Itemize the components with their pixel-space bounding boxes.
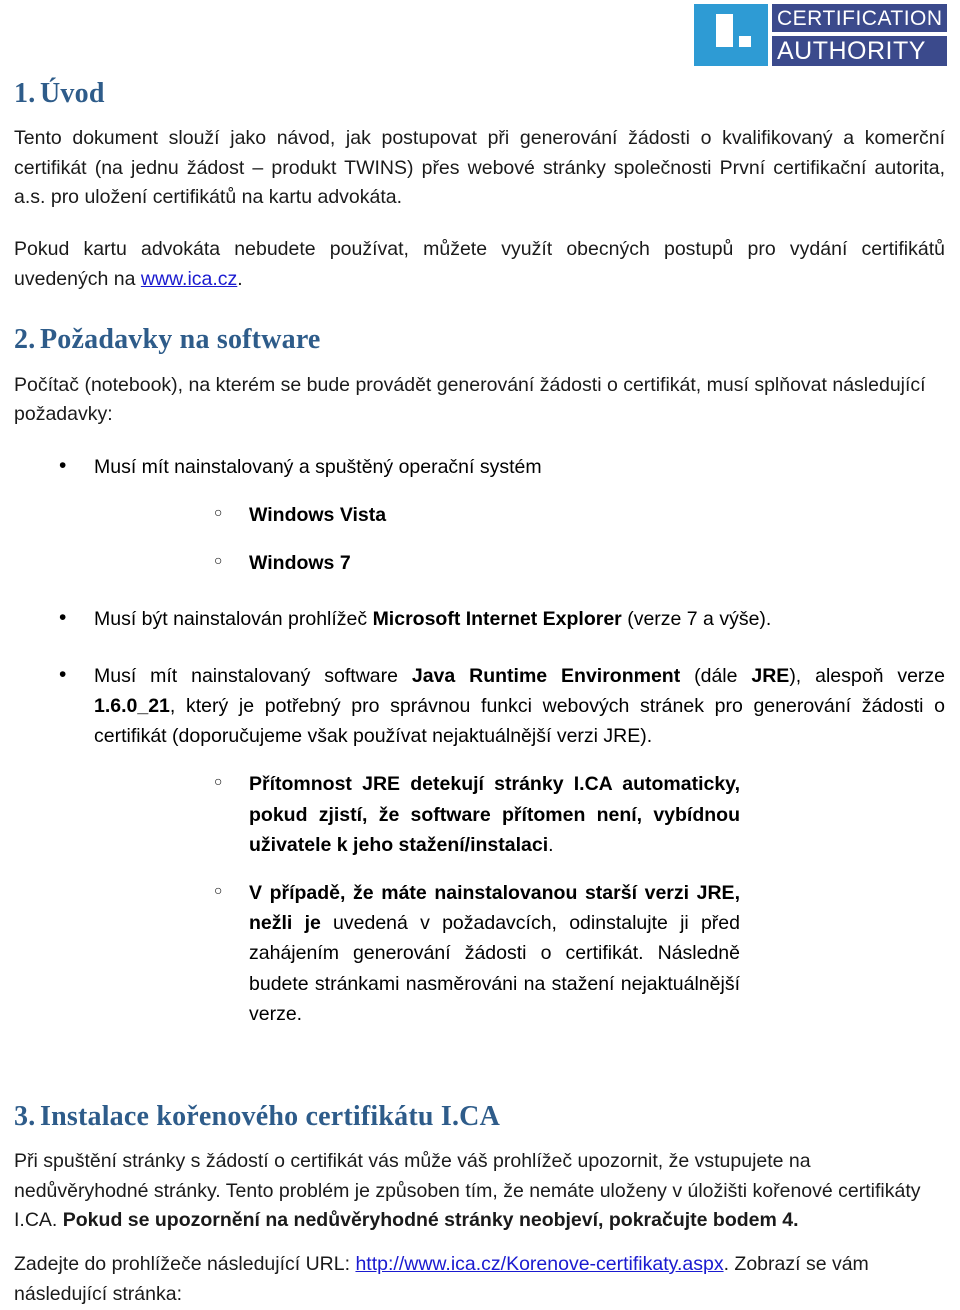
jre-sublist: Přítomnost JRE detekují stránky I.CA aut…: [94, 769, 945, 1029]
requirement-jre-text-b: (dále: [680, 664, 752, 687]
section-1-paragraph-2: Pokud kartu advokáta nebudete používat, …: [14, 235, 945, 294]
os-windows-7: Windows 7: [94, 548, 945, 578]
jre-autodetect-bold: Přítomnost JRE detekují stránky I.CA aut…: [249, 773, 740, 856]
logo-line-certification: CERTIFICATION: [772, 4, 947, 32]
requirement-os-text: Musí mít nainstalovaný a spuštěný operač…: [94, 455, 542, 478]
logo-wordmark: CERTIFICATION AUTHORITY: [768, 4, 947, 66]
requirement-jre: Musí mít nainstalovaný software Java Run…: [14, 659, 946, 1029]
section-3-p2-text-a: Zadejte do prohlížeče následující URL:: [14, 1253, 356, 1276]
logo-i-bar: [716, 14, 733, 47]
jre-autodetect-note: Přítomnost JRE detekují stránky I.CA aut…: [94, 769, 945, 860]
logo-line-authority: AUTHORITY: [772, 36, 947, 66]
link-www-ica-cz[interactable]: www.ica.cz: [141, 268, 237, 290]
section-3-p1-bold: Pokud se upozornění na nedůvěryhodné str…: [62, 1209, 799, 1232]
link-korenove-certifikaty[interactable]: http://www.ica.cz/Korenove-certifikaty.a…: [355, 1253, 723, 1275]
requirement-jre-version: 1.6.0_21: [94, 694, 170, 717]
requirement-browser: Musí být nainstalován prohlížeč Microsof…: [14, 602, 945, 635]
section-1-p1-text: Tento dokument slouží jako návod, jak po…: [14, 127, 945, 209]
heading-2-number: 2.: [14, 324, 36, 356]
requirement-browser-text-a: Musí být nainstalován prohlížeč: [94, 608, 373, 631]
heading-1-title: Úvod: [40, 78, 105, 109]
os-windows-7-label: Windows 7: [249, 552, 351, 575]
os-windows-vista: Windows Vista: [94, 500, 945, 530]
requirement-jre-text-a: Musí mít nainstalovaný software: [94, 664, 412, 687]
requirement-browser-name: Microsoft Internet Explorer: [372, 608, 622, 631]
section-1-paragraph-1: Tento dokument slouží jako návod, jak po…: [14, 124, 945, 213]
logo-i-dot: [739, 36, 751, 47]
requirement-browser-text-b: (verze 7 a výše).: [621, 608, 772, 631]
heading-2-title: Požadavky na software: [40, 324, 321, 356]
jre-older-rest: uvedená v požadavcích, odinstalujte ji p…: [249, 912, 740, 1025]
os-windows-vista-label: Windows Vista: [249, 503, 387, 526]
logo-mark-icon: [694, 4, 768, 66]
jre-autodetect-tail: .: [548, 833, 554, 856]
os-sublist: Windows Vista Windows 7: [94, 500, 945, 578]
section-3-paragraph-2: Zadejte do prohlížeče následující URL: h…: [14, 1250, 945, 1309]
software-requirements-list: Musí mít nainstalovaný a spuštěný operač…: [14, 450, 946, 1029]
requirement-os: Musí mít nainstalovaný a spuštěný operač…: [14, 450, 945, 579]
requirement-jre-name: Java Runtime Environment: [411, 664, 681, 687]
heading-section-2: 2. Požadavky na software: [14, 324, 945, 356]
heading-1-number: 1.: [14, 78, 36, 109]
ica-logo: CERTIFICATION AUTHORITY: [694, 4, 947, 66]
heading-3-number: 3.: [14, 1101, 36, 1133]
section-2-intro-text: Počítač (notebook), na kterém se bude pr…: [14, 373, 926, 426]
requirement-jre-text-c: ), alespoň verze: [789, 664, 946, 687]
section-3-paragraph-1: Při spuštění stránky s žádostí o certifi…: [14, 1147, 945, 1236]
requirement-jre-text-d: , který je potřebný pro správnou funkci …: [94, 694, 945, 748]
jre-older-version-note: V případě, že máte nainstalovanou starší…: [94, 878, 945, 1029]
requirement-jre-abbrev: JRE: [751, 664, 790, 687]
section-1-p2-text-b: .: [237, 267, 243, 290]
document-page: CERTIFICATION AUTHORITY 1. Úvod Tento dok…: [0, 0, 960, 1310]
heading-section-1: 1. Úvod: [14, 78, 945, 110]
section-2-intro: Počítač (notebook), na kterém se bude pr…: [14, 371, 945, 430]
heading-3-title: Instalace kořenového certifikátu I.CA: [40, 1101, 501, 1133]
heading-section-3: 3. Instalace kořenového certifikátu I.CA: [14, 1101, 945, 1133]
